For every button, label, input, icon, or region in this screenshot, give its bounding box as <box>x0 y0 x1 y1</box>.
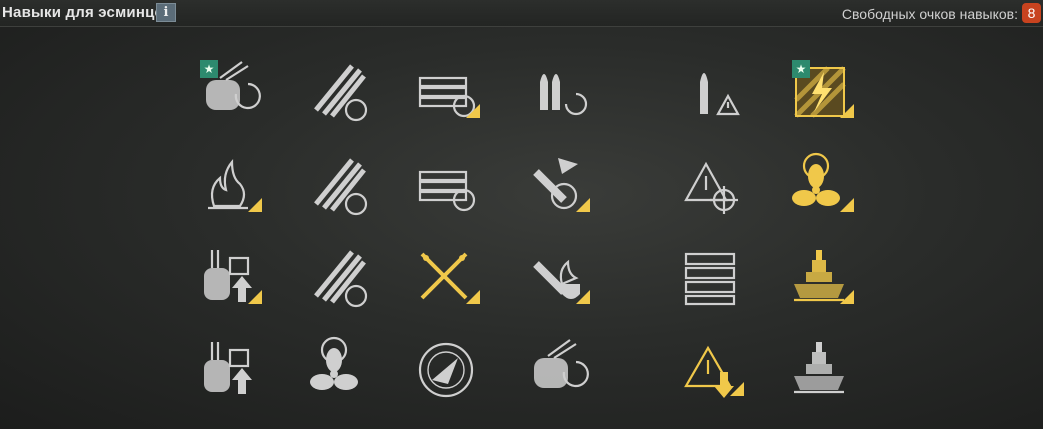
secondary-armament-upgrade-icon <box>204 250 262 304</box>
secondary-range-upgrade-skill[interactable] <box>190 332 266 408</box>
crossed-torpedoes-icon <box>420 252 480 304</box>
consumable-count-icon <box>684 252 736 306</box>
skills-header: Навыки для эсминцев i Свободных очков на… <box>0 0 1043 27</box>
torpedo-armament-icon <box>314 64 368 122</box>
target-warning-skill[interactable] <box>672 148 748 224</box>
info-button[interactable]: i <box>156 3 176 22</box>
consumable-timer-skill[interactable] <box>408 148 484 224</box>
last-stand-skill[interactable]: ★ <box>782 54 858 130</box>
radar-icon <box>418 342 474 398</box>
upgrade-corner-marker <box>248 198 262 212</box>
star-badge-icon: ★ <box>200 60 218 78</box>
torpedo-speed-icon <box>314 158 368 216</box>
detection-warning-skill[interactable] <box>672 332 748 408</box>
torpedo-speed-skill[interactable] <box>300 148 376 224</box>
radar-skill[interactable] <box>408 332 484 408</box>
engine-boost-skill[interactable] <box>300 332 376 408</box>
shells-reload-icon <box>540 74 588 116</box>
gun-rotation-speed-skill[interactable]: ★ <box>190 54 266 130</box>
propulsion-steering-skill[interactable] <box>782 148 858 224</box>
shell-warning-icon <box>700 73 740 116</box>
upgrade-corner-marker <box>730 382 744 396</box>
star-badge-icon: ★ <box>792 60 810 78</box>
concealment-ship-icon <box>794 342 844 394</box>
page-title: Навыки для эсминцев <box>2 4 173 21</box>
detection-warning-icon <box>684 345 744 398</box>
survivability-ship-skill[interactable] <box>782 240 858 316</box>
upgrade-corner-marker <box>840 290 854 304</box>
hull-flag-icon <box>533 158 590 212</box>
fire-icon <box>208 158 262 212</box>
upgrade-corner-marker <box>840 198 854 212</box>
upgrade-corner-marker <box>248 290 262 304</box>
shells-reload-skill[interactable] <box>518 54 594 130</box>
consumable-timer-icon <box>418 170 476 212</box>
consumable-count-skill[interactable] <box>672 240 748 316</box>
crossed-torpedoes-skill[interactable] <box>408 240 484 316</box>
upgrade-corner-marker <box>466 290 480 304</box>
free-points-label: Свободных очков навыков: <box>841 6 1018 22</box>
secondary-range-upgrade-icon <box>204 342 252 394</box>
survivability-ship-icon <box>794 250 854 304</box>
secondary-armament-upgrade-skill[interactable] <box>190 240 266 316</box>
torpedo-armament-skill[interactable] <box>300 54 376 130</box>
free-points-badge: 8 <box>1022 3 1041 23</box>
fire-shield-icon <box>533 259 590 304</box>
reload-consumables-skill[interactable] <box>408 54 484 130</box>
fire-shield-skill[interactable] <box>518 240 594 316</box>
main-battery-reload-skill[interactable] <box>518 332 594 408</box>
concealment-ship-skill[interactable] <box>782 332 858 408</box>
propulsion-steering-icon <box>792 152 854 212</box>
main-battery-reload-icon <box>534 339 589 388</box>
fire-skill[interactable] <box>190 148 266 224</box>
reload-consumables-icon <box>418 76 480 118</box>
engine-boost-icon <box>310 336 358 390</box>
torpedo-reload-icon <box>314 250 368 308</box>
upgrade-corner-marker <box>576 198 590 212</box>
hull-flag-skill[interactable] <box>518 148 594 224</box>
torpedo-reload-skill[interactable] <box>300 240 376 316</box>
shell-warning-skill[interactable] <box>672 54 748 130</box>
target-warning-icon <box>684 161 738 214</box>
